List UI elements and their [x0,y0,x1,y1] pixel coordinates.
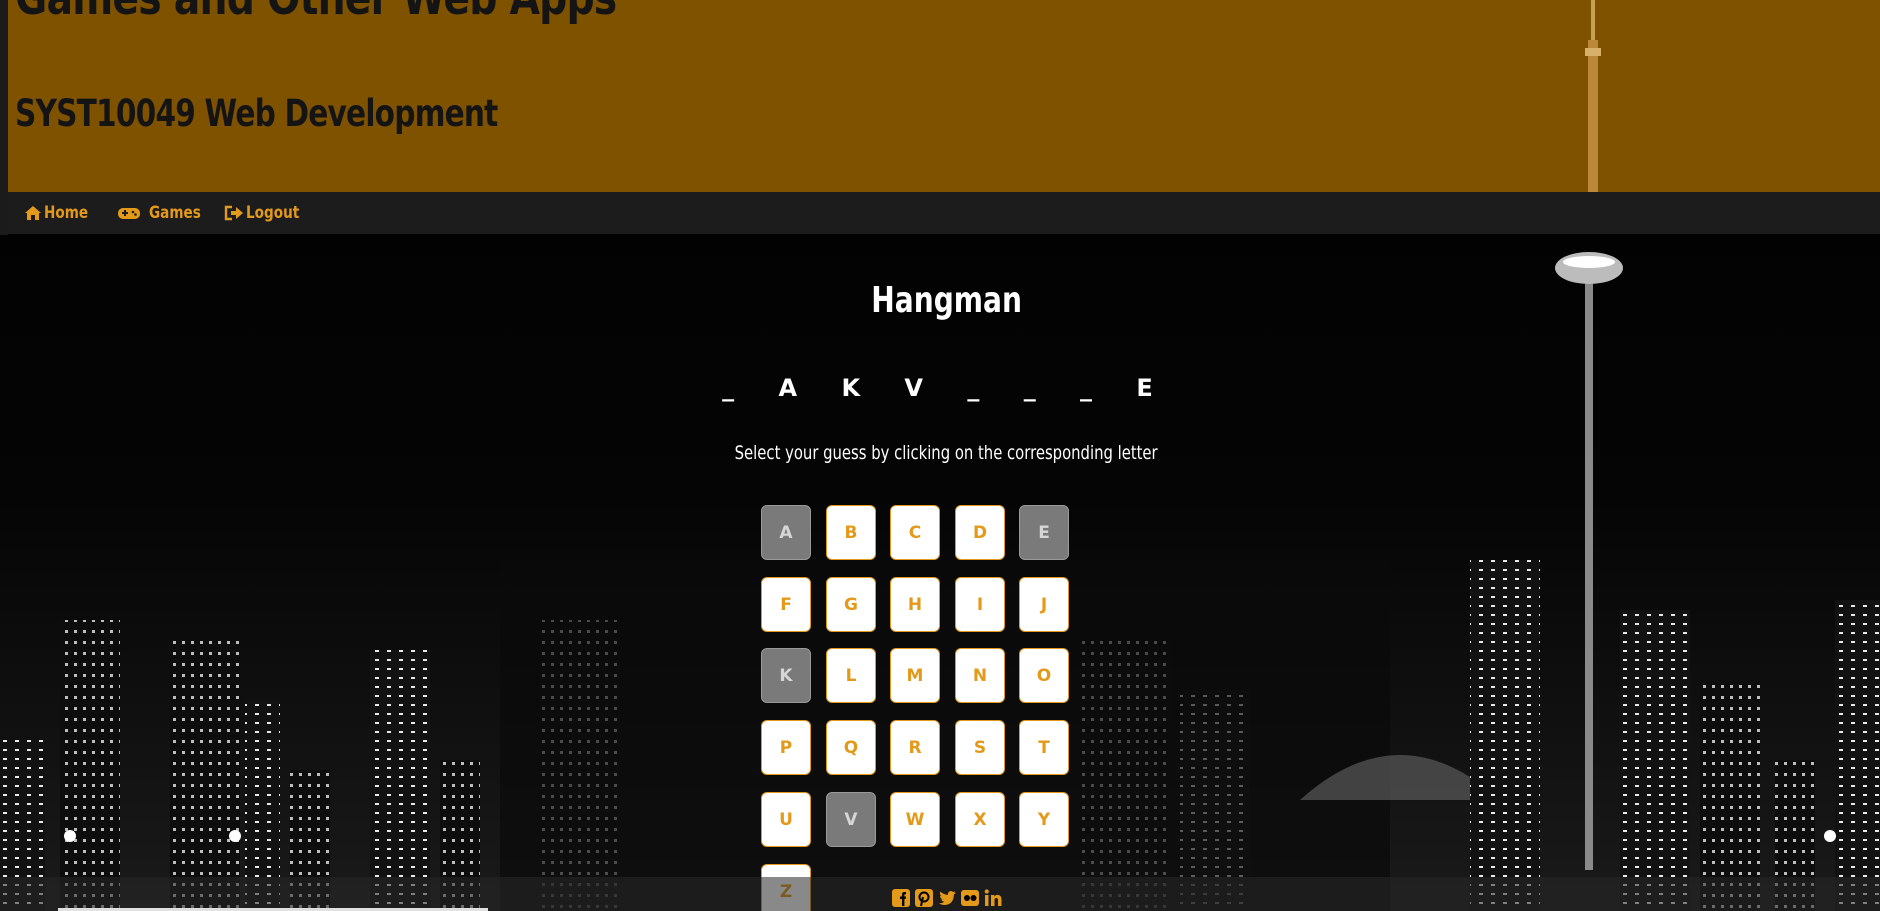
nav-games-link[interactable]: Games [117,203,214,223]
social-links [891,888,1003,908]
letter-button-s[interactable]: S [955,720,1005,775]
main-nav: Home Games Logout [8,192,1880,234]
gamepad-icon [118,208,141,219]
tower-image [1585,0,1601,192]
letter-button-t[interactable]: T [1019,720,1069,775]
site-header: Games and Other Web Apps SYST10049 Web D… [8,0,1880,192]
letter-button-j[interactable]: J [1019,577,1069,632]
letter-button-w[interactable]: W [890,792,940,847]
home-icon [25,206,41,220]
letter-button-l[interactable]: L [826,648,876,703]
page-title-text: Hangman [871,280,1022,321]
letter-button-e[interactable]: E [1019,505,1069,560]
pinterest-icon[interactable] [914,888,934,908]
nav-games-label: Games [149,203,201,223]
flickr-icon[interactable] [960,888,980,908]
letter-button-f[interactable]: F [761,577,811,632]
letter-button-h[interactable]: H [890,577,940,632]
letter-button-i[interactable]: I [955,577,1005,632]
letter-button-n[interactable]: N [955,648,1005,703]
letter-button-r[interactable]: R [890,720,940,775]
letter-button-x[interactable]: X [955,792,1005,847]
page-title: Hangman [0,280,1880,321]
letter-button-u[interactable]: U [761,792,811,847]
letter-button-m[interactable]: M [890,648,940,703]
twitter-icon[interactable] [937,888,957,908]
nav-logout-label: Logout [245,203,300,223]
nav-home-link[interactable]: Home [24,203,99,223]
word-display: _ A K V _ _ _ E [722,374,1171,402]
site-title: Games and Other Web Apps [15,0,617,26]
logout-icon [224,205,243,221]
hangman-main: Hangman _ A K V _ _ _ E Select your gues… [0,234,1880,911]
letter-button-g[interactable]: G [826,577,876,632]
course-title: SYST10049 Web Development [15,92,498,135]
nav-home-label: Home [44,203,89,223]
instructions-label: Select your guess by clicking on the cor… [734,442,1159,464]
instructions-text: Select your guess by clicking on the cor… [0,442,1880,464]
letter-button-q[interactable]: Q [826,720,876,775]
page: Games and Other Web Apps SYST10049 Web D… [0,0,1880,911]
facebook-icon[interactable] [891,888,911,908]
letter-button-y[interactable]: Y [1019,792,1069,847]
letter-button-a[interactable]: A [761,505,811,560]
nav-logout-link[interactable]: Logout [224,203,313,223]
letter-button-d[interactable]: D [955,505,1005,560]
letter-button-k[interactable]: K [761,648,811,703]
letter-button-v[interactable]: V [826,792,876,847]
letter-button-o[interactable]: O [1019,648,1069,703]
page-left-border [0,0,8,235]
letter-button-b[interactable]: B [826,505,876,560]
linkedin-icon[interactable] [983,888,1003,908]
letter-button-p[interactable]: P [761,720,811,775]
letter-button-c[interactable]: C [890,505,940,560]
